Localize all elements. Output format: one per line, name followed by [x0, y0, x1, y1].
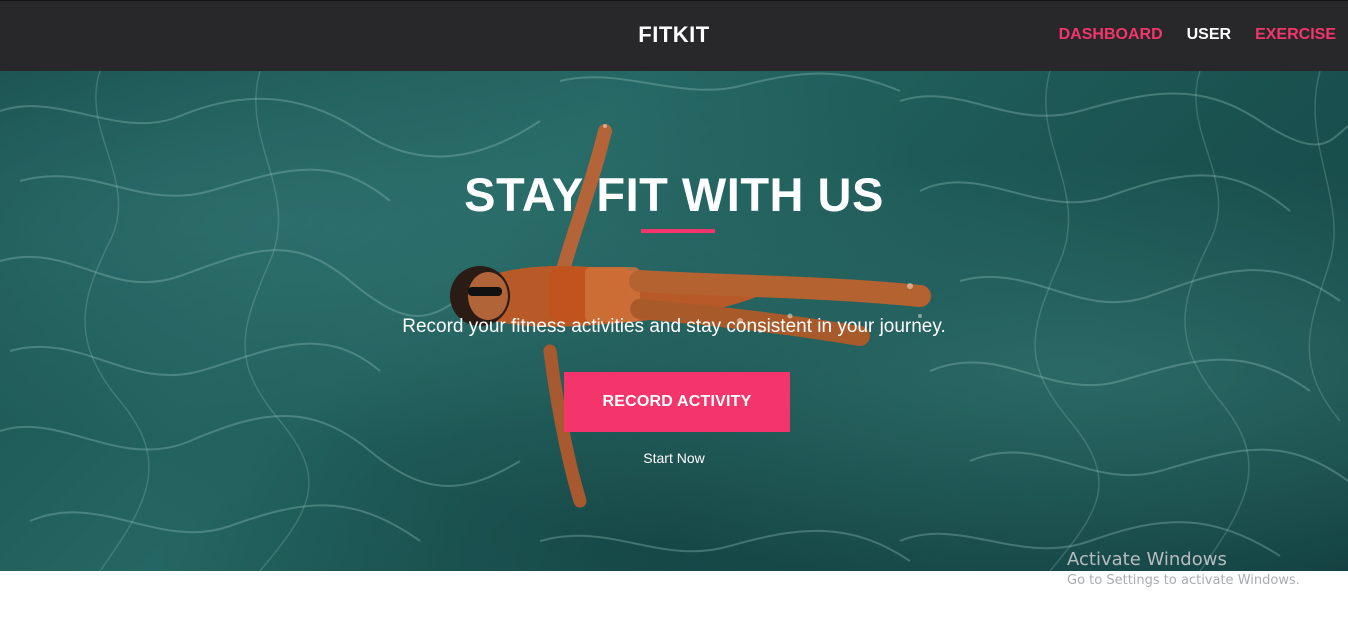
record-activity-button[interactable]: RECORD ACTIVITY — [564, 372, 790, 432]
watermark-subtitle: Go to Settings to activate Windows. — [1067, 573, 1300, 588]
nav-link-user[interactable]: USER — [1187, 26, 1231, 44]
nav-links: DASHBOARD USER EXERCISE — [1059, 26, 1336, 44]
start-now-text: Start Now — [643, 450, 705, 466]
title-underline-divider — [641, 229, 715, 233]
hero-title: STAY FIT WITH US — [464, 168, 884, 221]
nav-link-dashboard[interactable]: DASHBOARD — [1059, 26, 1163, 44]
watermark-title: Activate Windows — [1067, 549, 1227, 570]
nav-link-exercise[interactable]: EXERCISE — [1255, 26, 1336, 44]
top-navbar: FITKIT DASHBOARD USER EXERCISE — [0, 0, 1348, 71]
hero-section: STAY FIT WITH US Record your fitness act… — [0, 71, 1348, 571]
hero-subtitle: Record your fitness activities and stay … — [402, 316, 946, 337]
activate-windows-watermark: Activate Windows Go to Settings to activ… — [1067, 549, 1300, 588]
